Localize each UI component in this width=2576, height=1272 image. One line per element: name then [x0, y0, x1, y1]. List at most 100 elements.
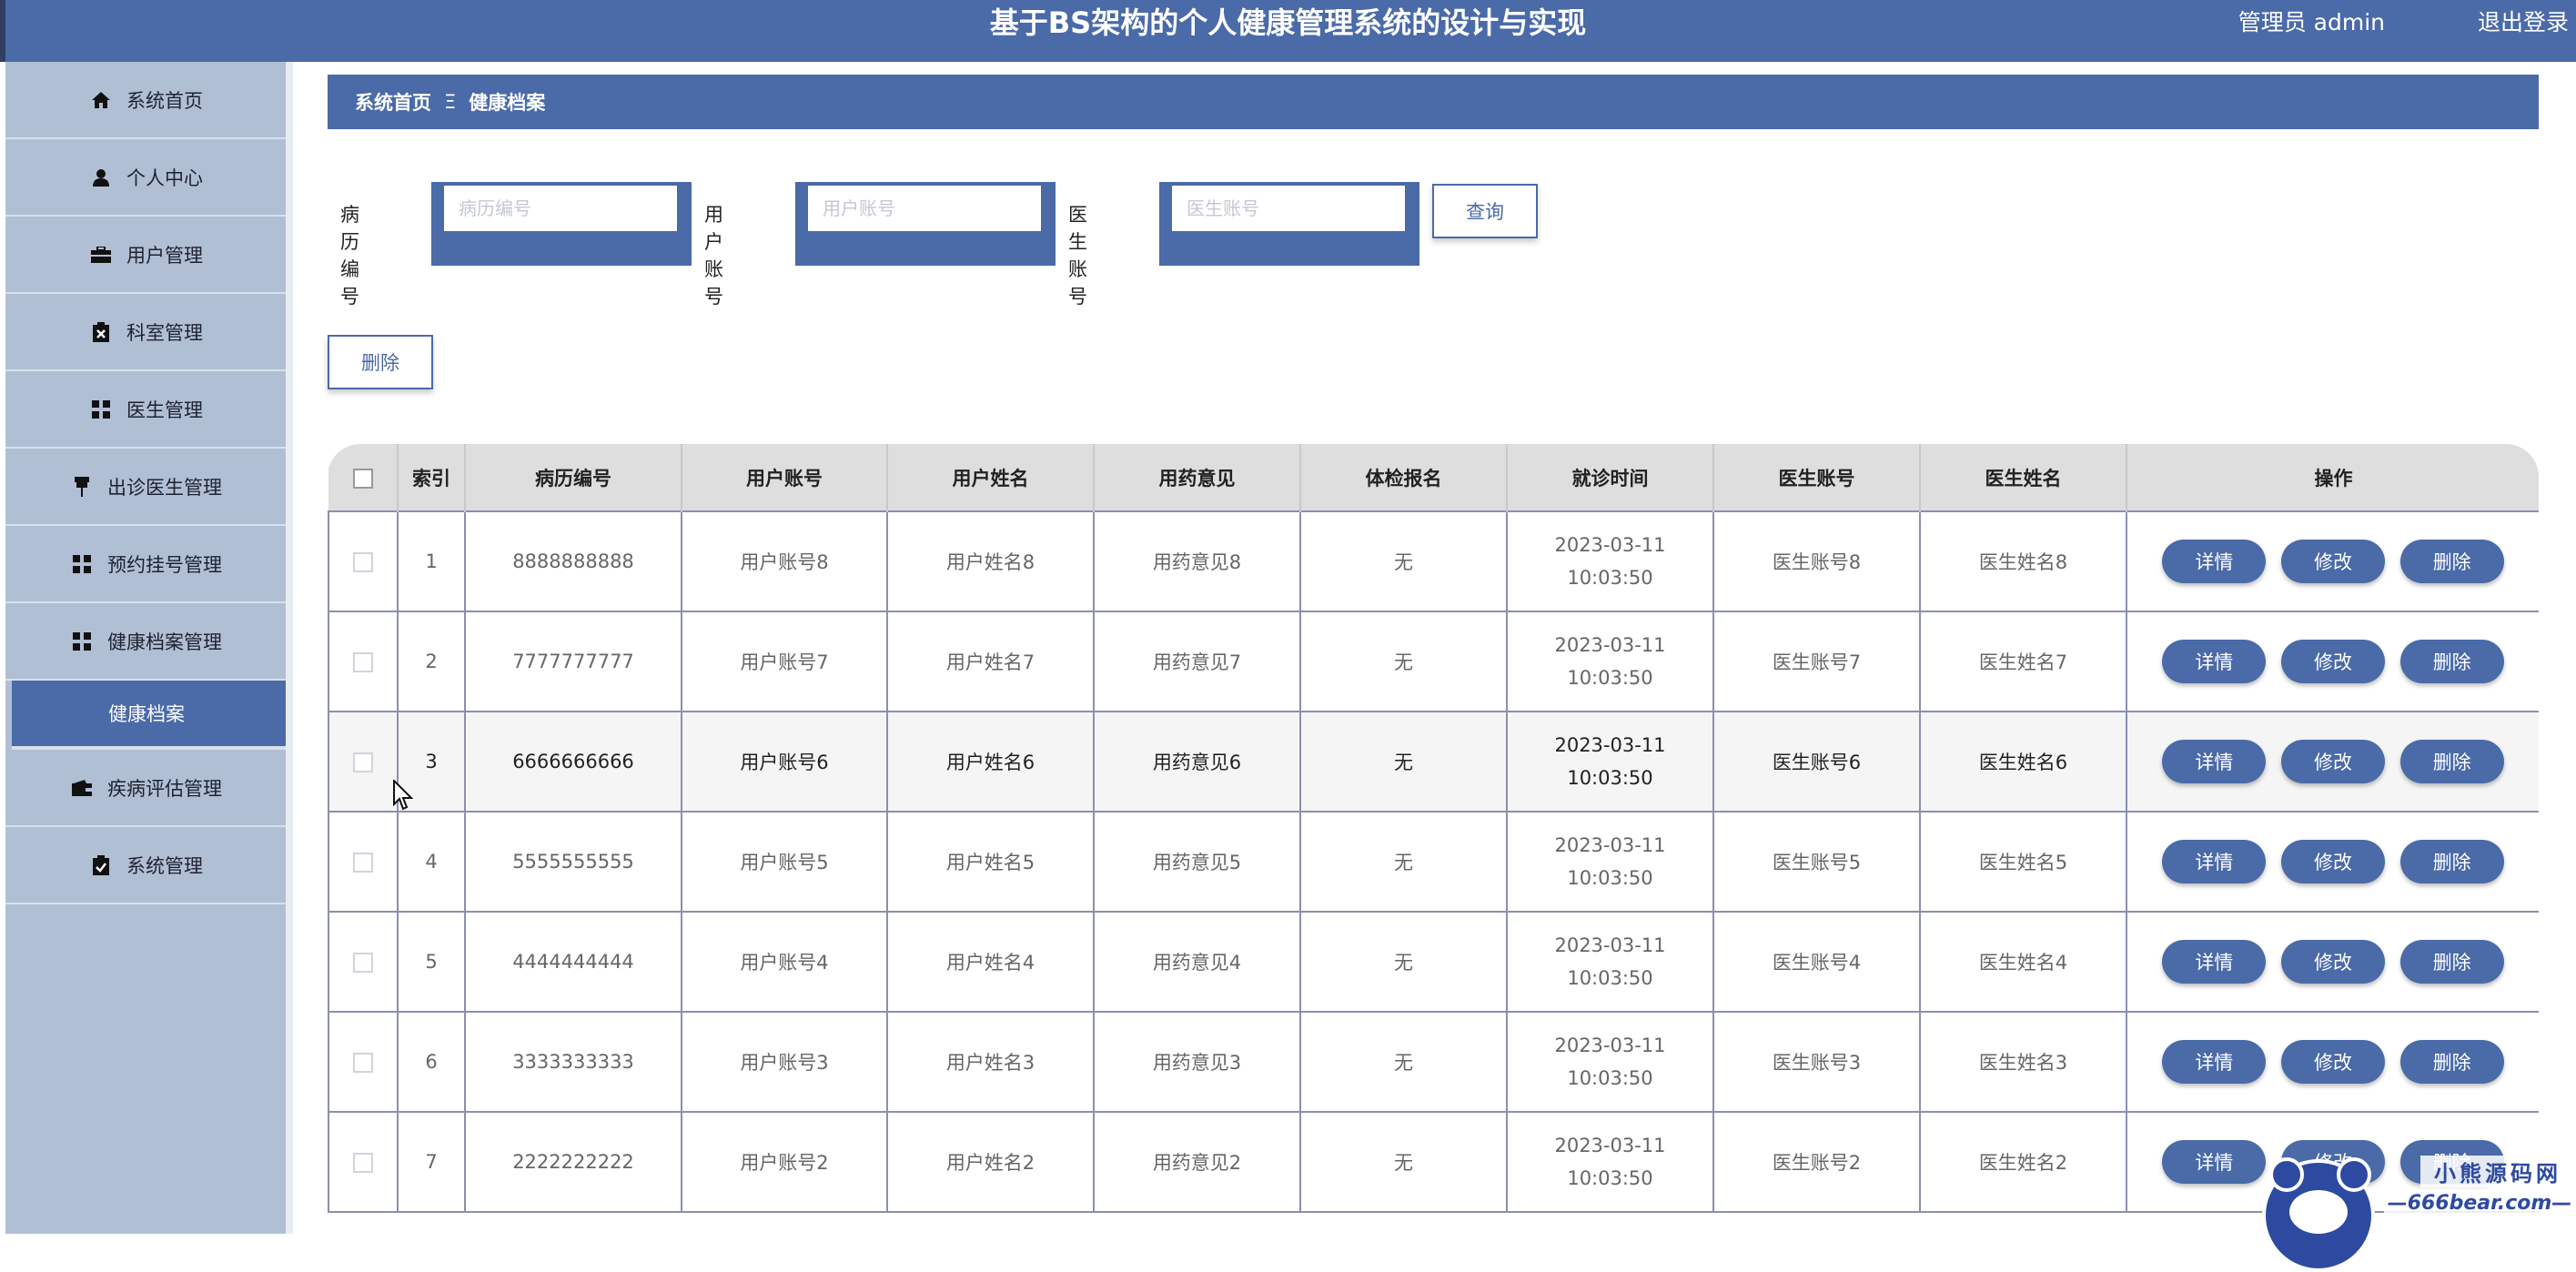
records-table: 索引 病历编号 用户账号 用户姓名 用药意见 体检报名 就诊时间 医生账号 医生… [328, 444, 2539, 1213]
detail-button[interactable]: 详情 [2162, 540, 2267, 583]
visit-time-cell: 2023-03-11 10:03:50 [1506, 1011, 1714, 1113]
sidebar-item-system-management[interactable]: 系统管理 [5, 827, 286, 904]
row-checkbox[interactable] [353, 652, 373, 672]
delete-button[interactable]: 删除 [2399, 1040, 2504, 1084]
edit-button[interactable]: 修改 [2281, 540, 2385, 583]
actions-cell: 详情 修改 删除 [2126, 1011, 2539, 1113]
column-header: 索引 [398, 444, 466, 511]
visit-time-cell: 2023-03-11 10:03:50 [1506, 510, 1714, 612]
sidebar-item-label: 用户管理 [126, 244, 203, 267]
exam-cell: 无 [1299, 1011, 1508, 1113]
medication-cell: 用药意见7 [1093, 611, 1301, 712]
user-account-cell: 用户账号4 [681, 911, 888, 1013]
sidebar-subitem-health-record[interactable]: 健康档案 [12, 681, 286, 750]
visit-time-cell: 2023-03-11 10:03:50 [1506, 911, 1714, 1013]
detail-button[interactable]: 详情 [2162, 840, 2267, 883]
column-header: 用户账号 [682, 444, 888, 511]
exam-cell: 无 [1299, 1111, 1508, 1213]
column-header: 医生姓名 [1920, 444, 2127, 511]
sidebar-item-label: 科室管理 [126, 321, 203, 344]
edit-button[interactable]: 修改 [2281, 1040, 2385, 1084]
row-checkbox[interactable] [353, 752, 373, 772]
doctor-account-input[interactable] [1172, 186, 1405, 231]
sidebar-item-appointment-management[interactable]: 预约挂号管理 [5, 526, 286, 603]
delete-button[interactable]: 删除 [2399, 640, 2504, 683]
doctor-name-cell: 医生姓名5 [1919, 811, 2127, 913]
row-checkbox[interactable] [353, 853, 373, 873]
sidebar-item-doctor-management[interactable]: 医生管理 [5, 371, 286, 449]
doctor-account-field [1159, 182, 1419, 266]
doctor-name-cell: 医生姓名8 [1919, 510, 2127, 612]
breadcrumb-separator: Ξ [444, 91, 457, 113]
table-row: 1 8888888888 用户账号8 用户姓名8 用药意见8 无 2023-03… [328, 510, 2539, 612]
breadcrumb-home[interactable]: 系统首页 [355, 88, 431, 116]
edit-button[interactable]: 修改 [2281, 740, 2385, 783]
bear-ear-left [2269, 1157, 2304, 1192]
row-checkbox[interactable] [353, 1053, 373, 1073]
edit-button[interactable]: 修改 [2281, 640, 2385, 683]
delete-button[interactable]: 删除 [2399, 840, 2504, 883]
edit-button[interactable]: 修改 [2281, 840, 2385, 883]
row-select-cell [328, 1111, 399, 1213]
table-row: 3 6666666666 用户账号6 用户姓名6 用药意见6 无 2023-03… [328, 711, 2539, 813]
visit-time-cell: 2023-03-11 10:03:50 [1506, 711, 1714, 813]
edit-button[interactable]: 修改 [2281, 940, 2385, 984]
detail-button[interactable]: 详情 [2162, 740, 2267, 783]
index-cell: 1 [397, 510, 466, 612]
batch-delete-button[interactable]: 删除 [328, 335, 433, 389]
column-header: 体检报名 [1300, 444, 1508, 511]
visit-time-cell: 2023-03-11 10:03:50 [1506, 811, 1714, 913]
row-checkbox[interactable] [353, 1153, 373, 1173]
exam-cell: 无 [1299, 811, 1508, 913]
medication-cell: 用药意见4 [1093, 911, 1301, 1013]
detail-button[interactable]: 详情 [2162, 1140, 2267, 1184]
index-cell: 2 [397, 611, 466, 712]
row-select-cell [328, 911, 399, 1013]
breadcrumb-current: 健康档案 [469, 92, 546, 114]
doctor-name-cell: 医生姓名4 [1919, 911, 2127, 1013]
sidebar-item-home[interactable]: 系统首页 [5, 62, 286, 139]
sidebar-item-department-management[interactable]: 科室管理 [5, 294, 286, 371]
grid-icon [69, 554, 95, 573]
record-no-input[interactable] [444, 186, 677, 231]
sidebar-item-health-record-management[interactable]: 健康档案管理 [5, 603, 286, 681]
briefcase-icon [88, 246, 114, 263]
user-account-input[interactable] [808, 186, 1041, 231]
sidebar-scroll-gutter [286, 62, 293, 1234]
user-account-cell: 用户账号6 [681, 711, 888, 813]
query-button[interactable]: 查询 [1432, 184, 1538, 238]
home-icon [88, 91, 114, 109]
sidebar-item-user-management[interactable]: 用户管理 [5, 217, 286, 294]
clipboard-x-icon [88, 321, 114, 342]
detail-button[interactable]: 详情 [2162, 640, 2267, 683]
table-row: 5 4444444444 用户账号4 用户姓名4 用药意见4 无 2023-03… [328, 911, 2539, 1013]
sidebar-item-label: 医生管理 [126, 399, 203, 421]
logout-link[interactable]: 退出登录 [2478, 0, 2569, 45]
row-checkbox[interactable] [353, 953, 373, 973]
sidebar-item-disease-assessment-management[interactable]: 疾病评估管理 [5, 750, 286, 827]
column-header: 用户姓名 [887, 444, 1095, 511]
current-user: 管理员 admin [2238, 9, 2385, 35]
select-all-checkbox[interactable] [352, 468, 373, 489]
delete-button[interactable]: 删除 [2399, 940, 2504, 984]
medication-cell: 用药意见8 [1093, 510, 1301, 612]
actions-cell: 详情 修改 删除 [2126, 911, 2539, 1013]
medication-cell: 用药意见5 [1093, 811, 1301, 913]
user-name-cell: 用户姓名2 [886, 1111, 1095, 1213]
detail-button[interactable]: 详情 [2162, 940, 2267, 984]
delete-button[interactable]: 删除 [2399, 740, 2504, 783]
visit-time-cell: 2023-03-11 10:03:50 [1506, 1111, 1714, 1213]
row-checkbox[interactable] [353, 552, 373, 572]
sidebar-item-visiting-doctor-management[interactable]: 出诊医生管理 [5, 449, 286, 526]
sidebar-item-personal-center[interactable]: 个人中心 [5, 139, 286, 217]
row-select-cell [328, 811, 399, 913]
index-cell: 4 [397, 811, 466, 913]
row-select-cell [328, 611, 399, 712]
actions-cell: 详情 修改 删除 [2126, 611, 2539, 712]
user-account-cell: 用户账号2 [681, 1111, 888, 1213]
exam-cell: 无 [1299, 711, 1508, 813]
delete-button[interactable]: 删除 [2399, 540, 2504, 583]
record-no-cell: 6666666666 [464, 711, 682, 813]
detail-button[interactable]: 详情 [2162, 1040, 2267, 1084]
exam-cell: 无 [1299, 611, 1508, 712]
